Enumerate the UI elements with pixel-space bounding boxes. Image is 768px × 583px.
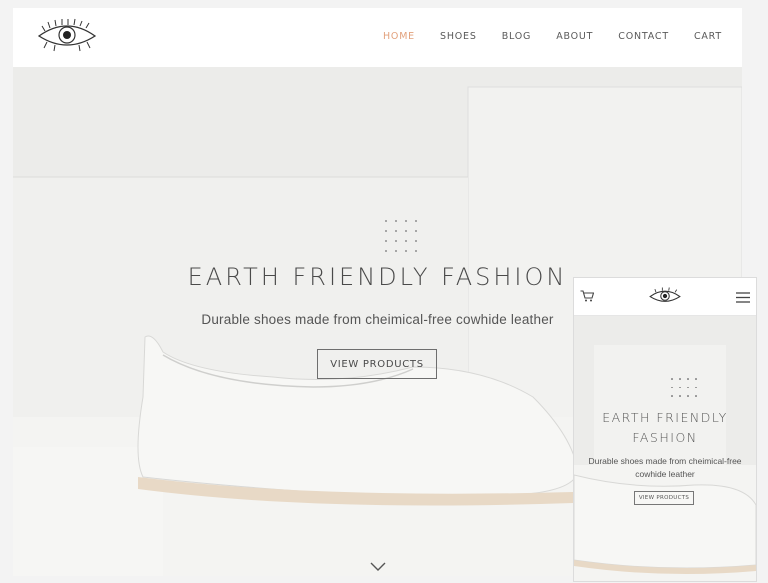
eye-logo-icon[interactable] <box>35 18 99 57</box>
mobile-header <box>574 278 756 316</box>
nav-shoes[interactable]: SHOES <box>440 31 477 42</box>
dot-grid-decoration <box>670 377 697 398</box>
nav-cart[interactable]: CART <box>694 31 722 42</box>
mobile-preview: EARTH FRIENDLY FASHION Durable shoes mad… <box>573 277 757 582</box>
cart-icon[interactable] <box>580 289 595 307</box>
site-header: HOME SHOES BLOG ABOUT CONTACT CART <box>13 8 742 67</box>
mobile-hero-title: EARTH FRIENDLY FASHION <box>574 408 756 448</box>
mobile-hero-title-line2: FASHION <box>632 430 698 445</box>
mobile-hero-subtitle: Durable shoes made from cheimical-free c… <box>588 456 742 479</box>
nav-about[interactable]: ABOUT <box>556 31 593 42</box>
mobile-hero-background-image <box>574 315 756 581</box>
view-products-button[interactable]: VIEW PRODUCTS <box>317 349 437 379</box>
mobile-view-products-button[interactable]: VIEW PRODUCTS <box>634 491 694 505</box>
nav-blog[interactable]: BLOG <box>502 31 532 42</box>
nav-contact[interactable]: CONTACT <box>618 31 669 42</box>
dot-grid-decoration <box>384 219 418 253</box>
main-nav: HOME SHOES BLOG ABOUT CONTACT CART <box>383 31 722 42</box>
chevron-down-icon[interactable] <box>370 559 386 576</box>
mobile-hero-title-line1: EARTH FRIENDLY <box>602 410 728 425</box>
eye-logo-icon[interactable] <box>648 286 682 311</box>
hamburger-menu-icon[interactable] <box>736 290 750 308</box>
nav-home[interactable]: HOME <box>383 31 415 42</box>
